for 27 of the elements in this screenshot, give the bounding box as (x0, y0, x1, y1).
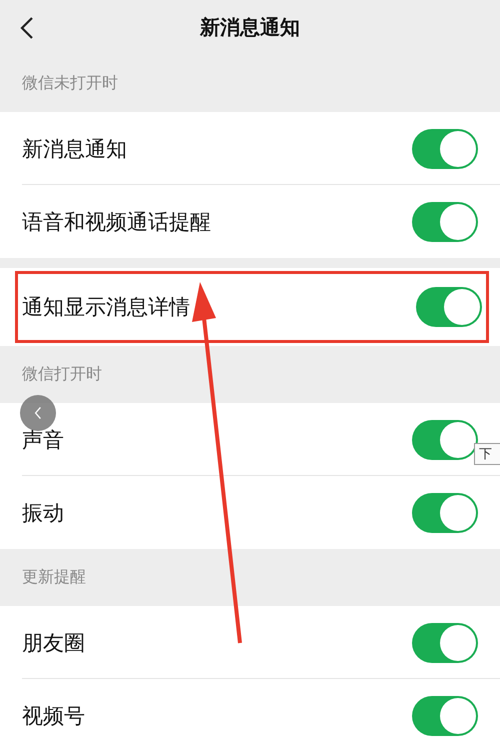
toggle-switch[interactable] (412, 696, 478, 736)
setting-label: 振动 (22, 500, 64, 526)
section-label: 更新提醒 (21, 566, 87, 588)
toggle-switch[interactable] (412, 622, 478, 662)
section-label: 微信打开时 (21, 363, 103, 385)
setting-row[interactable]: 视频号 (0, 679, 500, 739)
toggle-switch[interactable] (412, 202, 478, 242)
back-icon[interactable] (20, 16, 34, 40)
setting-row[interactable]: 新消息通知 (0, 112, 500, 185)
setting-row[interactable]: 朋友圈 (0, 606, 500, 679)
setting-label: 通知显示消息详情 (22, 294, 190, 321)
toggle-switch[interactable] (412, 492, 478, 532)
page-title: 新消息通知 (200, 14, 300, 41)
toggle-switch[interactable] (412, 420, 478, 460)
setting-row[interactable]: 振动 (0, 476, 500, 549)
toggle-switch[interactable] (416, 287, 482, 327)
previous-page-button[interactable] (20, 395, 56, 431)
tooltip: 下 (474, 443, 500, 465)
setting-row[interactable]: 语音和视频通话提醒 (0, 185, 500, 258)
setting-label: 声音 (22, 426, 64, 454)
chevron-left-icon (34, 406, 42, 420)
setting-label: 语音和视频通话提醒 (22, 208, 211, 236)
setting-label: 新消息通知 (22, 136, 127, 162)
toggle-switch[interactable] (412, 128, 478, 168)
setting-label: 朋友圈 (22, 630, 85, 656)
setting-label: 视频号 (22, 702, 85, 730)
section-label: 微信未打开时 (21, 72, 119, 94)
